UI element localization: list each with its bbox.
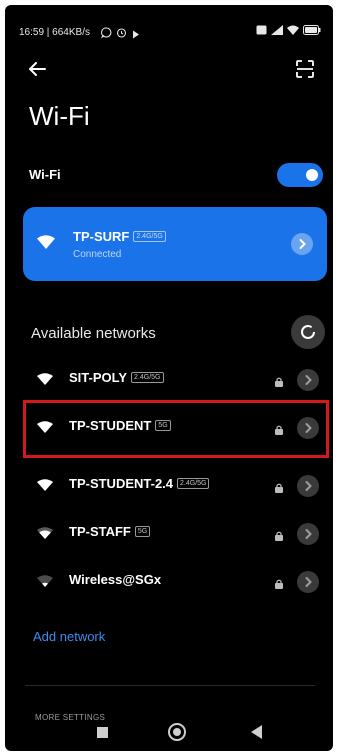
add-network-link[interactable]: Add network xyxy=(33,629,105,644)
connection-status: Connected xyxy=(73,249,122,260)
network-name-row: SIT-POLY 2.4G/5G xyxy=(69,370,164,385)
available-networks-title: Available networks xyxy=(31,325,156,342)
wifi-toggle[interactable] xyxy=(277,163,323,187)
wifi-signal-icon xyxy=(37,372,53,390)
network-ssid: TP-STAFF xyxy=(69,524,131,539)
band-badge: 5G xyxy=(155,420,171,431)
band-badge: 2.4G/5G xyxy=(131,372,164,383)
status-text: 16:59 | 664KB/s xyxy=(19,27,90,38)
network-name-row: Wireless@SGx xyxy=(69,572,161,587)
refresh-button[interactable] xyxy=(291,315,325,349)
wifi-icon xyxy=(287,25,299,35)
network-ssid: SIT-POLY xyxy=(69,370,128,385)
navigation-bar xyxy=(5,723,333,751)
lock-icon xyxy=(275,480,283,498)
band-badge: 2.4G/5G xyxy=(177,478,210,489)
wifi-signal-icon xyxy=(37,574,53,592)
page-title: Wi-Fi xyxy=(29,101,90,131)
lock-icon xyxy=(275,576,283,594)
qr-scan-icon[interactable] xyxy=(293,57,317,81)
chevron-right-icon[interactable] xyxy=(297,523,319,545)
wifi-signal-icon xyxy=(37,526,53,544)
chevron-right-icon[interactable] xyxy=(297,475,319,497)
band-badge: 2.4G/5G xyxy=(133,231,166,242)
band-badge: 5G xyxy=(134,526,151,537)
chevron-right-icon[interactable] xyxy=(297,369,319,391)
network-name-row: TP-STAFF 5G xyxy=(69,524,151,539)
lock-icon xyxy=(275,422,283,440)
network-ssid: TP-STUDENT xyxy=(69,418,152,433)
network-row[interactable]: TP-STUDENT 5G xyxy=(5,406,333,450)
wifi-signal-icon xyxy=(37,420,53,438)
chevron-right-icon[interactable] xyxy=(291,233,313,255)
recents-icon[interactable] xyxy=(97,727,108,738)
toggle-knob xyxy=(306,169,318,181)
status-bar: 16:59 | 664KB/s xyxy=(5,5,333,47)
divider xyxy=(25,685,315,686)
battery-icon xyxy=(303,25,321,35)
home-icon[interactable] xyxy=(168,723,186,741)
network-row[interactable]: TP-STUDENT-2.4 2.4G/5G xyxy=(5,464,333,508)
chevron-right-icon[interactable] xyxy=(297,417,319,439)
lock-icon xyxy=(275,374,283,392)
network-row[interactable]: TP-STAFF 5G xyxy=(5,512,333,556)
wifi-signal-icon xyxy=(37,235,55,254)
network-row[interactable]: SIT-POLY 2.4G/5G xyxy=(5,358,333,402)
wifi-signal-icon xyxy=(37,478,53,496)
refresh-icon xyxy=(301,325,315,339)
network-name-row: TP-STUDENT-2.4 2.4G/5G xyxy=(69,476,210,491)
chevron-right-icon[interactable] xyxy=(297,571,319,593)
connected-network-card[interactable]: TP-SURF 2.4G/5G Connected xyxy=(23,207,327,281)
wifi-toggle-label: Wi-Fi xyxy=(29,167,61,182)
signal-icon xyxy=(271,25,283,35)
network-ssid: TP-STUDENT-2.4 xyxy=(69,476,174,491)
phone-screen: 16:59 | 664KB/s Wi-Fi Wi-Fi TP-SURF 2.4G… xyxy=(5,5,333,751)
sim-icon xyxy=(256,25,267,35)
network-row[interactable]: Wireless@SGx xyxy=(5,560,333,604)
play-icon xyxy=(132,26,140,44)
whatsapp-icon xyxy=(100,25,112,43)
connected-ssid-row: TP-SURF 2.4G/5G xyxy=(73,229,166,244)
connected-ssid: TP-SURF xyxy=(73,229,130,244)
alarm-icon xyxy=(116,25,127,43)
back-triangle-icon[interactable] xyxy=(251,725,262,739)
network-name-row: TP-STUDENT 5G xyxy=(69,418,171,433)
network-ssid: Wireless@SGx xyxy=(69,572,162,587)
arrow-left-icon[interactable] xyxy=(25,57,49,81)
lock-icon xyxy=(275,528,283,546)
more-settings-label[interactable]: MORE SETTINGS xyxy=(35,713,105,722)
